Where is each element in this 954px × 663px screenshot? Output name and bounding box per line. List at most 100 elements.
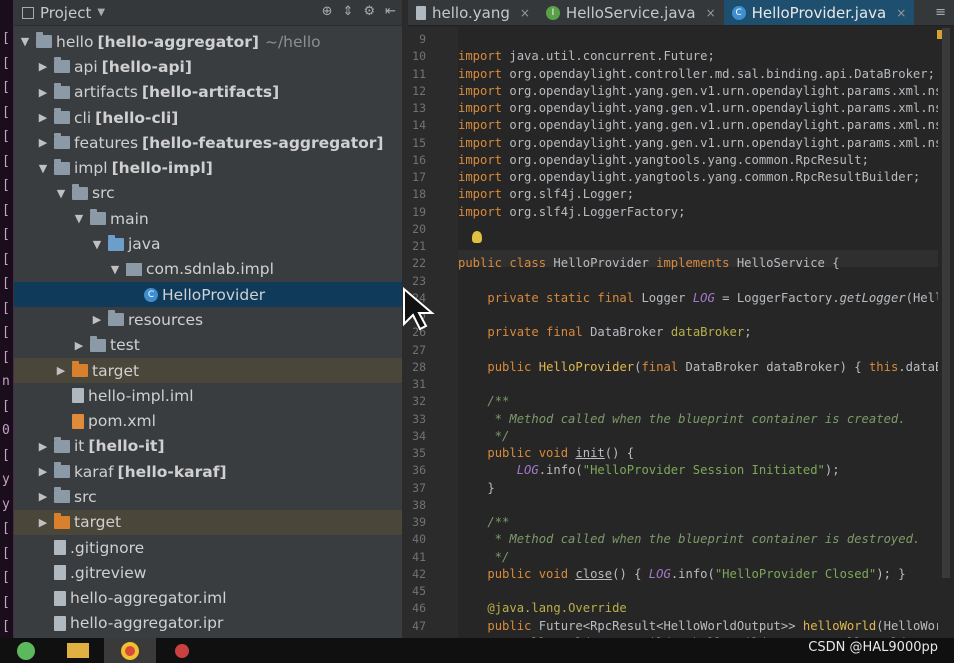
tree-item[interactable]: ▼ java — [14, 231, 402, 256]
gear-icon[interactable]: ⚙ — [363, 4, 375, 19]
tab-list-icon[interactable]: ≡ — [935, 0, 954, 25]
tree-item[interactable]: ▼ hello [hello-aggregator] ~/hello — [14, 29, 402, 54]
editor-scrollbar[interactable] — [942, 28, 950, 578]
tree-item[interactable]: pom.xml — [14, 408, 402, 433]
code-line[interactable]: import org.slf4j.LoggerFactory; — [458, 204, 938, 221]
code-line[interactable]: import java.util.concurrent.Future; — [458, 48, 938, 65]
chevron-down-icon[interactable]: ▼ — [90, 238, 104, 251]
taskbar-chrome-icon[interactable] — [104, 638, 156, 663]
tree-item[interactable]: ▶ artifacts [hello-artifacts] — [14, 80, 402, 105]
code-line[interactable]: import org.opendaylight.yangtools.yang.c… — [458, 152, 938, 169]
code-line[interactable]: import org.opendaylight.controller.md.sa… — [458, 66, 938, 83]
code-line[interactable] — [458, 307, 938, 324]
code-line[interactable] — [458, 497, 938, 514]
chevron-down-icon[interactable]: ▼ — [108, 263, 122, 276]
code-line[interactable]: public void close() { LOG.info("HelloPro… — [458, 566, 938, 583]
code-line[interactable]: public HelloProvider(final DataBroker da… — [458, 359, 938, 376]
code-line[interactable]: private static final Logger LOG = Logger… — [458, 290, 938, 307]
chevron-right-icon[interactable]: ▶ — [36, 465, 50, 478]
code-line[interactable]: private final DataBroker dataBroker; — [458, 324, 938, 341]
editor-tab[interactable]: hello.yang × — [408, 0, 538, 25]
close-icon[interactable]: × — [896, 6, 906, 20]
tree-item[interactable]: ▶ features [hello-features-aggregator] — [14, 130, 402, 155]
code-line[interactable]: import org.slf4j.Logger; — [458, 186, 938, 203]
chevron-right-icon[interactable]: ▶ — [54, 364, 68, 377]
tree-item[interactable]: ▶ src — [14, 484, 402, 509]
tree-item[interactable]: hello-aggregator.iml — [14, 586, 402, 611]
tree-item[interactable]: ▶ karaf [hello-karaf] — [14, 459, 402, 484]
code-line[interactable]: public class HelloProvider implements He… — [458, 255, 938, 272]
scroll-from-source-icon[interactable]: ⇕ — [343, 4, 354, 19]
chevron-right-icon[interactable]: ▶ — [36, 490, 50, 503]
chevron-right-icon[interactable]: ▶ — [72, 339, 86, 352]
chevron-down-icon[interactable]: ▼ — [54, 187, 68, 200]
chevron-right-icon[interactable]: ▶ — [36, 60, 50, 73]
code-line[interactable]: import org.opendaylight.yang.gen.v1.urn.… — [458, 100, 938, 117]
chevron-down-icon[interactable]: ▼ — [72, 212, 86, 225]
chevron-right-icon[interactable]: ▶ — [36, 86, 50, 99]
code-line[interactable] — [458, 342, 938, 359]
tree-item[interactable]: ▼ src — [14, 181, 402, 206]
code-line[interactable]: */ — [458, 428, 938, 445]
chevron-right-icon[interactable]: ▶ — [36, 440, 50, 453]
lightbulb-icon[interactable] — [472, 231, 482, 243]
java-class-icon: C — [144, 287, 158, 302]
tree-item[interactable]: ▶ cli [hello-cli] — [14, 105, 402, 130]
code-line[interactable] — [458, 583, 938, 600]
tree-item[interactable]: hello-aggregator.ipr — [14, 611, 402, 636]
tree-item[interactable]: ▶ api [hello-api] — [14, 54, 402, 79]
chevron-right-icon[interactable]: ▶ — [90, 313, 104, 326]
hide-panel-icon[interactable]: ⇤ — [385, 4, 396, 19]
code-line[interactable]: * Method called when the blueprint conta… — [458, 531, 938, 548]
tree-item[interactable]: C HelloProvider — [14, 281, 402, 308]
code-line[interactable] — [458, 376, 938, 393]
code-line[interactable]: LOG.info("HelloProvider Session Initiate… — [458, 462, 938, 479]
project-title[interactable]: Project — [40, 4, 91, 22]
chevron-right-icon[interactable]: ▶ — [36, 516, 50, 529]
tree-item[interactable]: .gitreview — [14, 560, 402, 585]
tree-item[interactable]: ▶ target — [14, 509, 402, 535]
code-line[interactable]: } — [458, 480, 938, 497]
tree-item[interactable]: ▼ com.sdnlab.impl — [14, 257, 402, 282]
code-line[interactable] — [458, 221, 938, 238]
tree-item[interactable]: hello-impl.iml — [14, 383, 402, 408]
code-line[interactable]: import org.opendaylight.yang.gen.v1.urn.… — [458, 117, 938, 134]
chevron-right-icon[interactable]: ▶ — [36, 111, 50, 124]
tree-item[interactable]: .gitignore — [14, 535, 402, 560]
code-line[interactable] — [458, 238, 938, 255]
chevron-down-icon[interactable]: ▼ — [18, 35, 32, 48]
code-line[interactable]: public Future<RpcResult<HelloWorldOutput… — [458, 618, 938, 635]
chevron-down-icon[interactable]: ▼ — [36, 162, 50, 175]
code-line[interactable]: import org.opendaylight.yang.gen.v1.urn.… — [458, 83, 938, 100]
code-line[interactable] — [458, 273, 938, 290]
tree-item[interactable]: ▶ test — [14, 333, 402, 358]
code-line[interactable]: @java.lang.Override — [458, 600, 938, 617]
code-line[interactable]: import org.opendaylight.yang.gen.v1.urn.… — [458, 135, 938, 152]
tree-item-label: src — [92, 184, 115, 203]
code-line[interactable] — [458, 31, 938, 48]
tree-item[interactable]: ▼ impl [hello-impl] — [14, 155, 402, 180]
terminal-char: [ — [2, 300, 10, 316]
taskbar-app-icon[interactable] — [156, 638, 208, 663]
code-line[interactable]: * Method called when the blueprint conta… — [458, 411, 938, 428]
java-class-icon: C — [731, 5, 746, 20]
editor-tab[interactable]: C HelloProvider.java × — [723, 0, 915, 25]
tree-item[interactable]: ▶ it [hello-it] — [14, 434, 402, 459]
taskbar-files-icon[interactable] — [52, 638, 104, 663]
chevron-down-icon[interactable]: ▼ — [97, 7, 105, 18]
close-icon[interactable]: × — [520, 6, 530, 20]
code-line[interactable]: /** — [458, 393, 938, 410]
sync-icon[interactable]: ⊕ — [322, 4, 333, 19]
editor-tab[interactable]: I HelloService.java × — [538, 0, 724, 25]
code-line[interactable]: */ — [458, 549, 938, 566]
taskbar-start-icon[interactable] — [0, 638, 52, 663]
code-line[interactable]: public void init() { — [458, 445, 938, 462]
close-icon[interactable]: × — [706, 6, 716, 20]
code-line[interactable]: /** — [458, 514, 938, 531]
tree-item[interactable]: ▼ main — [14, 206, 402, 231]
chevron-right-icon[interactable]: ▶ — [36, 136, 50, 149]
code-area[interactable]: import java.util.concurrent.Future; impor… — [458, 27, 938, 638]
tree-item[interactable]: ▶ target — [14, 357, 402, 384]
code-line[interactable]: import org.opendaylight.yangtools.yang.c… — [458, 169, 938, 186]
tree-item[interactable]: ▶ resources — [14, 307, 402, 332]
